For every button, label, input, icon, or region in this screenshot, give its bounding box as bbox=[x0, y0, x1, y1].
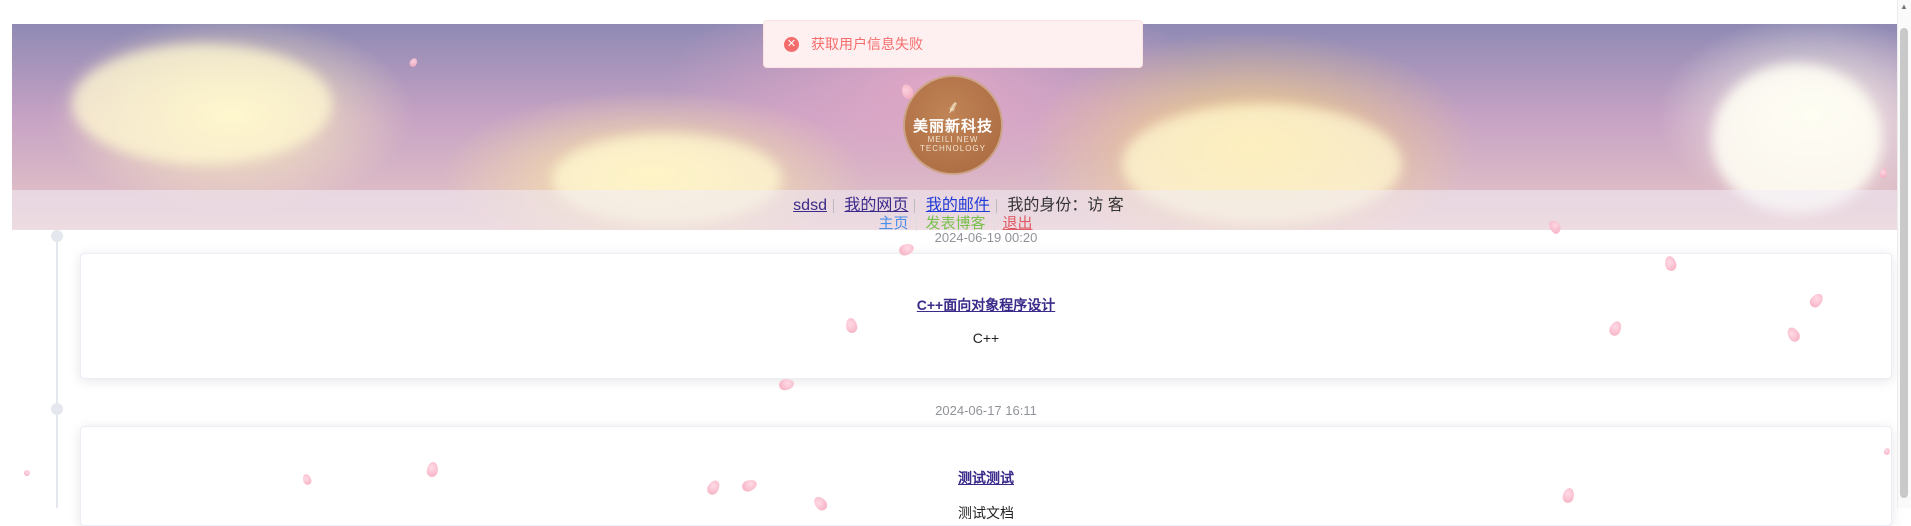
nav-row-secondary: 主页 发表博客 退出 bbox=[0, 212, 1911, 232]
logo-text-english-1: MEILI NEW bbox=[927, 134, 979, 144]
nav-divider bbox=[916, 217, 918, 231]
post-summary: 测试文档 bbox=[958, 505, 1014, 521]
post-card[interactable]: C++面向对象程序设计 C++ bbox=[80, 253, 1892, 379]
post-title-link[interactable]: C++面向对象程序设计 bbox=[81, 295, 1891, 315]
toast-message: 获取用户信息失败 bbox=[811, 36, 923, 52]
nav-divider bbox=[832, 198, 834, 213]
post-timestamp: 2024-06-19 00:20 bbox=[934, 230, 1038, 245]
site-logo: ⸙ 美丽新科技 MEILI NEW TECHNOLOGY bbox=[903, 75, 1003, 175]
timeline-line bbox=[56, 230, 58, 508]
nav-row-primary: sdsd 我的网页 我的邮件 我的身份：访 客 bbox=[0, 191, 1911, 214]
post-title-link[interactable]: 测试测试 bbox=[81, 468, 1891, 488]
sprout-icon: ⸙ bbox=[946, 96, 960, 117]
logo-text-chinese: 美丽新科技 bbox=[912, 116, 993, 135]
scroll-up-arrow-icon[interactable]: ▲ bbox=[1900, 2, 1908, 12]
petal-decoration bbox=[778, 377, 795, 392]
error-icon: ✕ bbox=[784, 36, 799, 52]
nav-divider bbox=[914, 198, 916, 213]
scrollbar-thumb[interactable] bbox=[1900, 28, 1908, 498]
nav-divider bbox=[993, 217, 995, 231]
logo-text-english-2: TECHNOLOGY bbox=[919, 143, 986, 153]
browser-page: ⸙ 美丽新科技 MEILI NEW TECHNOLOGY sdsd 我的网页 我… bbox=[0, 0, 1911, 526]
post-card[interactable]: 测试测试 测试文档 bbox=[80, 426, 1892, 526]
error-toast: ✕ 获取用户信息失败 bbox=[763, 20, 1143, 68]
petal-decoration bbox=[22, 468, 32, 478]
nav-divider bbox=[995, 198, 997, 213]
post-timestamp: 2024-06-17 16:11 bbox=[935, 403, 1037, 418]
scrollbar[interactable]: ▲ bbox=[1897, 0, 1911, 508]
